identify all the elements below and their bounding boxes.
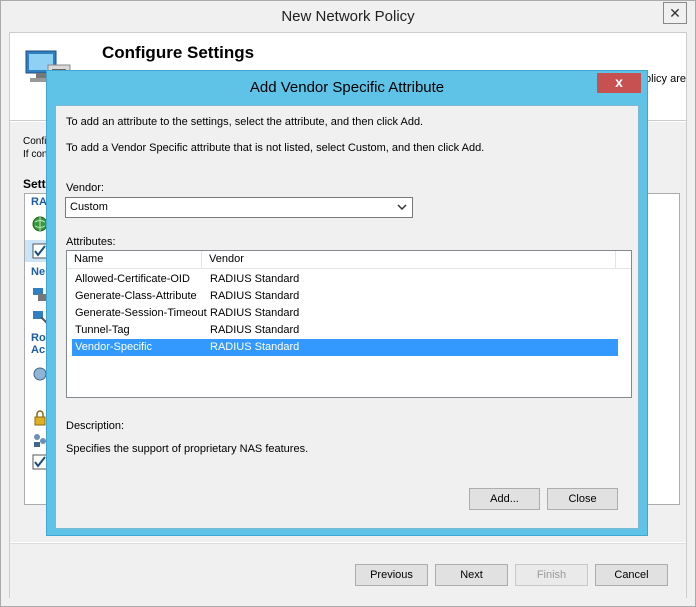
- sidebar-link-ac[interactable]: Ac: [31, 344, 45, 356]
- main-titlebar: New Network Policy ✕: [1, 1, 695, 31]
- main-close-button[interactable]: ✕: [663, 2, 687, 24]
- instruction-text-2: To add a Vendor Specific attribute that …: [66, 142, 485, 154]
- column-header-vendor[interactable]: Vendor: [202, 251, 616, 269]
- attribute-row[interactable]: Vendor-Specific RADIUS Standard: [72, 339, 618, 356]
- attribute-name-cell: Tunnel-Tag: [75, 324, 130, 336]
- chevron-down-icon: [397, 204, 407, 211]
- attributes-label: Attributes:: [66, 236, 116, 248]
- finish-button[interactable]: Finish: [515, 564, 588, 586]
- previous-button[interactable]: Previous: [355, 564, 428, 586]
- wizard-footer: Previous Next Finish Cancel: [10, 543, 686, 598]
- close-button[interactable]: Close: [547, 488, 618, 510]
- cancel-button[interactable]: Cancel: [595, 564, 668, 586]
- sidebar-link-ra[interactable]: RA: [31, 196, 47, 208]
- attribute-row[interactable]: Generate-Session-Timeout RADIUS Standard: [72, 305, 618, 322]
- attribute-name-cell: Generate-Class-Attribute: [75, 290, 197, 302]
- attribute-vendor-cell: RADIUS Standard: [210, 273, 300, 285]
- next-button[interactable]: Next: [435, 564, 508, 586]
- instruction-text-1: To add an attribute to the settings, sel…: [66, 116, 424, 128]
- main-window-title: New Network Policy: [281, 8, 415, 25]
- attribute-row[interactable]: Tunnel-Tag RADIUS Standard: [72, 322, 618, 339]
- attribute-vendor-cell: RADIUS Standard: [210, 307, 300, 319]
- dialog-close-icon[interactable]: x: [597, 73, 641, 93]
- dialog-content: To add an attribute to the settings, sel…: [55, 105, 639, 529]
- vendor-label: Vendor:: [66, 182, 104, 194]
- attribute-vendor-cell: RADIUS Standard: [210, 324, 300, 336]
- body-text-line2: If con: [23, 149, 48, 160]
- dialog-title: Add Vendor Specific Attribute: [249, 79, 445, 96]
- description-text: Specifies the support of proprietary NAS…: [66, 443, 309, 455]
- add-vendor-specific-attribute-dialog: Add Vendor Specific Attribute x To add a…: [46, 70, 648, 536]
- body-text-line1: Confi: [23, 136, 47, 147]
- attribute-row[interactable]: Generate-Class-Attribute RADIUS Standard: [72, 288, 618, 305]
- sidebar-link-ne[interactable]: Ne: [31, 266, 45, 278]
- attribute-vendor-cell: RADIUS Standard: [210, 341, 300, 353]
- vendor-dropdown[interactable]: Custom: [65, 197, 413, 218]
- attribute-vendor-cell: RADIUS Standard: [210, 290, 300, 302]
- attributes-list[interactable]: Name Vendor Allowed-Certificate-OID RADIU…: [66, 250, 632, 398]
- vendor-dropdown-value: Custom: [70, 201, 108, 213]
- attribute-name-cell: Allowed-Certificate-OID: [75, 273, 190, 285]
- attribute-row[interactable]: Allowed-Certificate-OID RADIUS Standard: [72, 271, 618, 288]
- column-header-name[interactable]: Name: [67, 251, 202, 269]
- description-label: Description:: [66, 420, 125, 432]
- add-button[interactable]: Add...: [469, 488, 540, 510]
- sidebar-link-ro[interactable]: Ro: [31, 332, 46, 344]
- attributes-list-header: Name Vendor: [67, 251, 631, 269]
- attribute-name-cell: Vendor-Specific: [75, 341, 153, 353]
- page-title: Configure Settings: [102, 43, 255, 62]
- header-description: olicy are: [645, 73, 686, 85]
- attribute-name-cell: Generate-Session-Timeout: [75, 307, 207, 319]
